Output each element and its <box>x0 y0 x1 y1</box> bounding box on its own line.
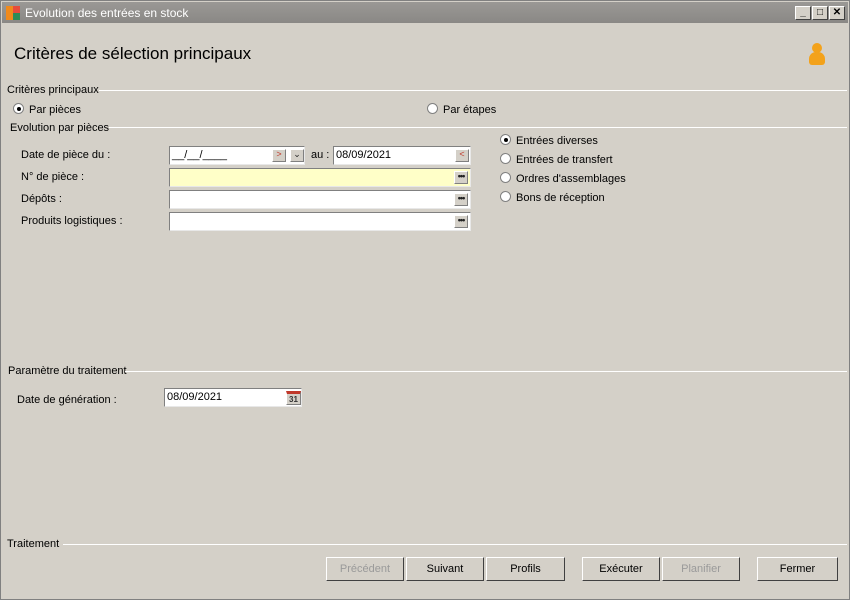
close-button[interactable]: ✕ <box>829 6 845 20</box>
app-logo-icon <box>6 6 20 20</box>
profils-button[interactable]: Profils <box>486 557 565 581</box>
chevron-down-icon[interactable]: ⌄ <box>290 149 304 162</box>
fermer-button[interactable]: Fermer <box>757 557 838 581</box>
traitement-divider <box>63 544 847 545</box>
produits-label: Produits logistiques : <box>21 215 123 227</box>
radio-par-pieces[interactable] <box>13 103 24 114</box>
precedent-button[interactable]: Précédent <box>326 557 404 581</box>
date-piece-label: Date de pièce du : <box>21 149 111 161</box>
radio-ordres-assemblages-label[interactable]: Ordres d'assemblages <box>516 173 626 185</box>
evolution-section-label: Evolution par pièces <box>10 122 110 134</box>
au-label: au : <box>311 149 330 161</box>
radio-par-etapes-label[interactable]: Par étapes <box>443 104 496 116</box>
date-from-arrow-right-icon[interactable]: > <box>272 149 286 162</box>
parametre-section-label: Paramètre du traitement <box>8 365 127 377</box>
minimize-button[interactable]: _ <box>795 6 811 20</box>
date-to-input[interactable]: 08/09/2021 <box>333 146 471 165</box>
maximize-button[interactable]: □ <box>812 6 828 20</box>
page-title: Critères de sélection principaux <box>14 44 252 63</box>
date-generation-label: Date de génération : <box>17 394 117 406</box>
traitement-section-label: Traitement <box>7 538 60 550</box>
radio-bons-reception-label[interactable]: Bons de réception <box>516 192 605 204</box>
date-generation-input[interactable]: 08/09/2021 <box>164 388 302 407</box>
num-piece-label: N° de pièce : <box>21 171 85 183</box>
calendar-icon[interactable]: 31 <box>286 391 301 405</box>
produits-ellipsis-icon[interactable]: ••• <box>454 215 468 228</box>
radio-entrees-diverses[interactable] <box>500 134 511 145</box>
planifier-button[interactable]: Planifier <box>662 557 740 581</box>
radio-entrees-transfert-label[interactable]: Entrées de transfert <box>516 154 613 166</box>
page-header: Critères de sélection principaux <box>2 23 848 83</box>
produits-input[interactable] <box>169 212 471 231</box>
user-icon[interactable] <box>808 43 826 65</box>
window-title: Evolution des entrées en stock <box>25 6 189 20</box>
radio-ordres-assemblages[interactable] <box>500 172 511 183</box>
parametre-divider <box>125 371 847 372</box>
evolution-divider <box>109 127 847 128</box>
criteres-divider <box>99 90 847 91</box>
executer-button[interactable]: Exécuter <box>582 557 660 581</box>
num-piece-input[interactable] <box>169 168 471 187</box>
depots-ellipsis-icon[interactable]: ••• <box>454 193 468 206</box>
radio-par-etapes[interactable] <box>427 103 438 114</box>
depots-input[interactable] <box>169 190 471 209</box>
main-window: Evolution des entrées en stock _ □ ✕ Cri… <box>0 0 850 600</box>
depots-label: Dépôts : <box>21 193 62 205</box>
suivant-button[interactable]: Suivant <box>406 557 484 581</box>
radio-bons-reception[interactable] <box>500 191 511 202</box>
radio-entrees-transfert[interactable] <box>500 153 511 164</box>
title-bar[interactable]: Evolution des entrées en stock _ □ ✕ <box>2 2 848 23</box>
radio-par-pieces-label[interactable]: Par pièces <box>29 104 81 116</box>
num-piece-ellipsis-icon[interactable]: ••• <box>454 171 468 184</box>
criteres-section-label: Critères principaux <box>7 84 99 96</box>
date-to-arrow-left-icon[interactable]: < <box>455 149 469 162</box>
radio-entrees-diverses-label[interactable]: Entrées diverses <box>516 135 598 147</box>
